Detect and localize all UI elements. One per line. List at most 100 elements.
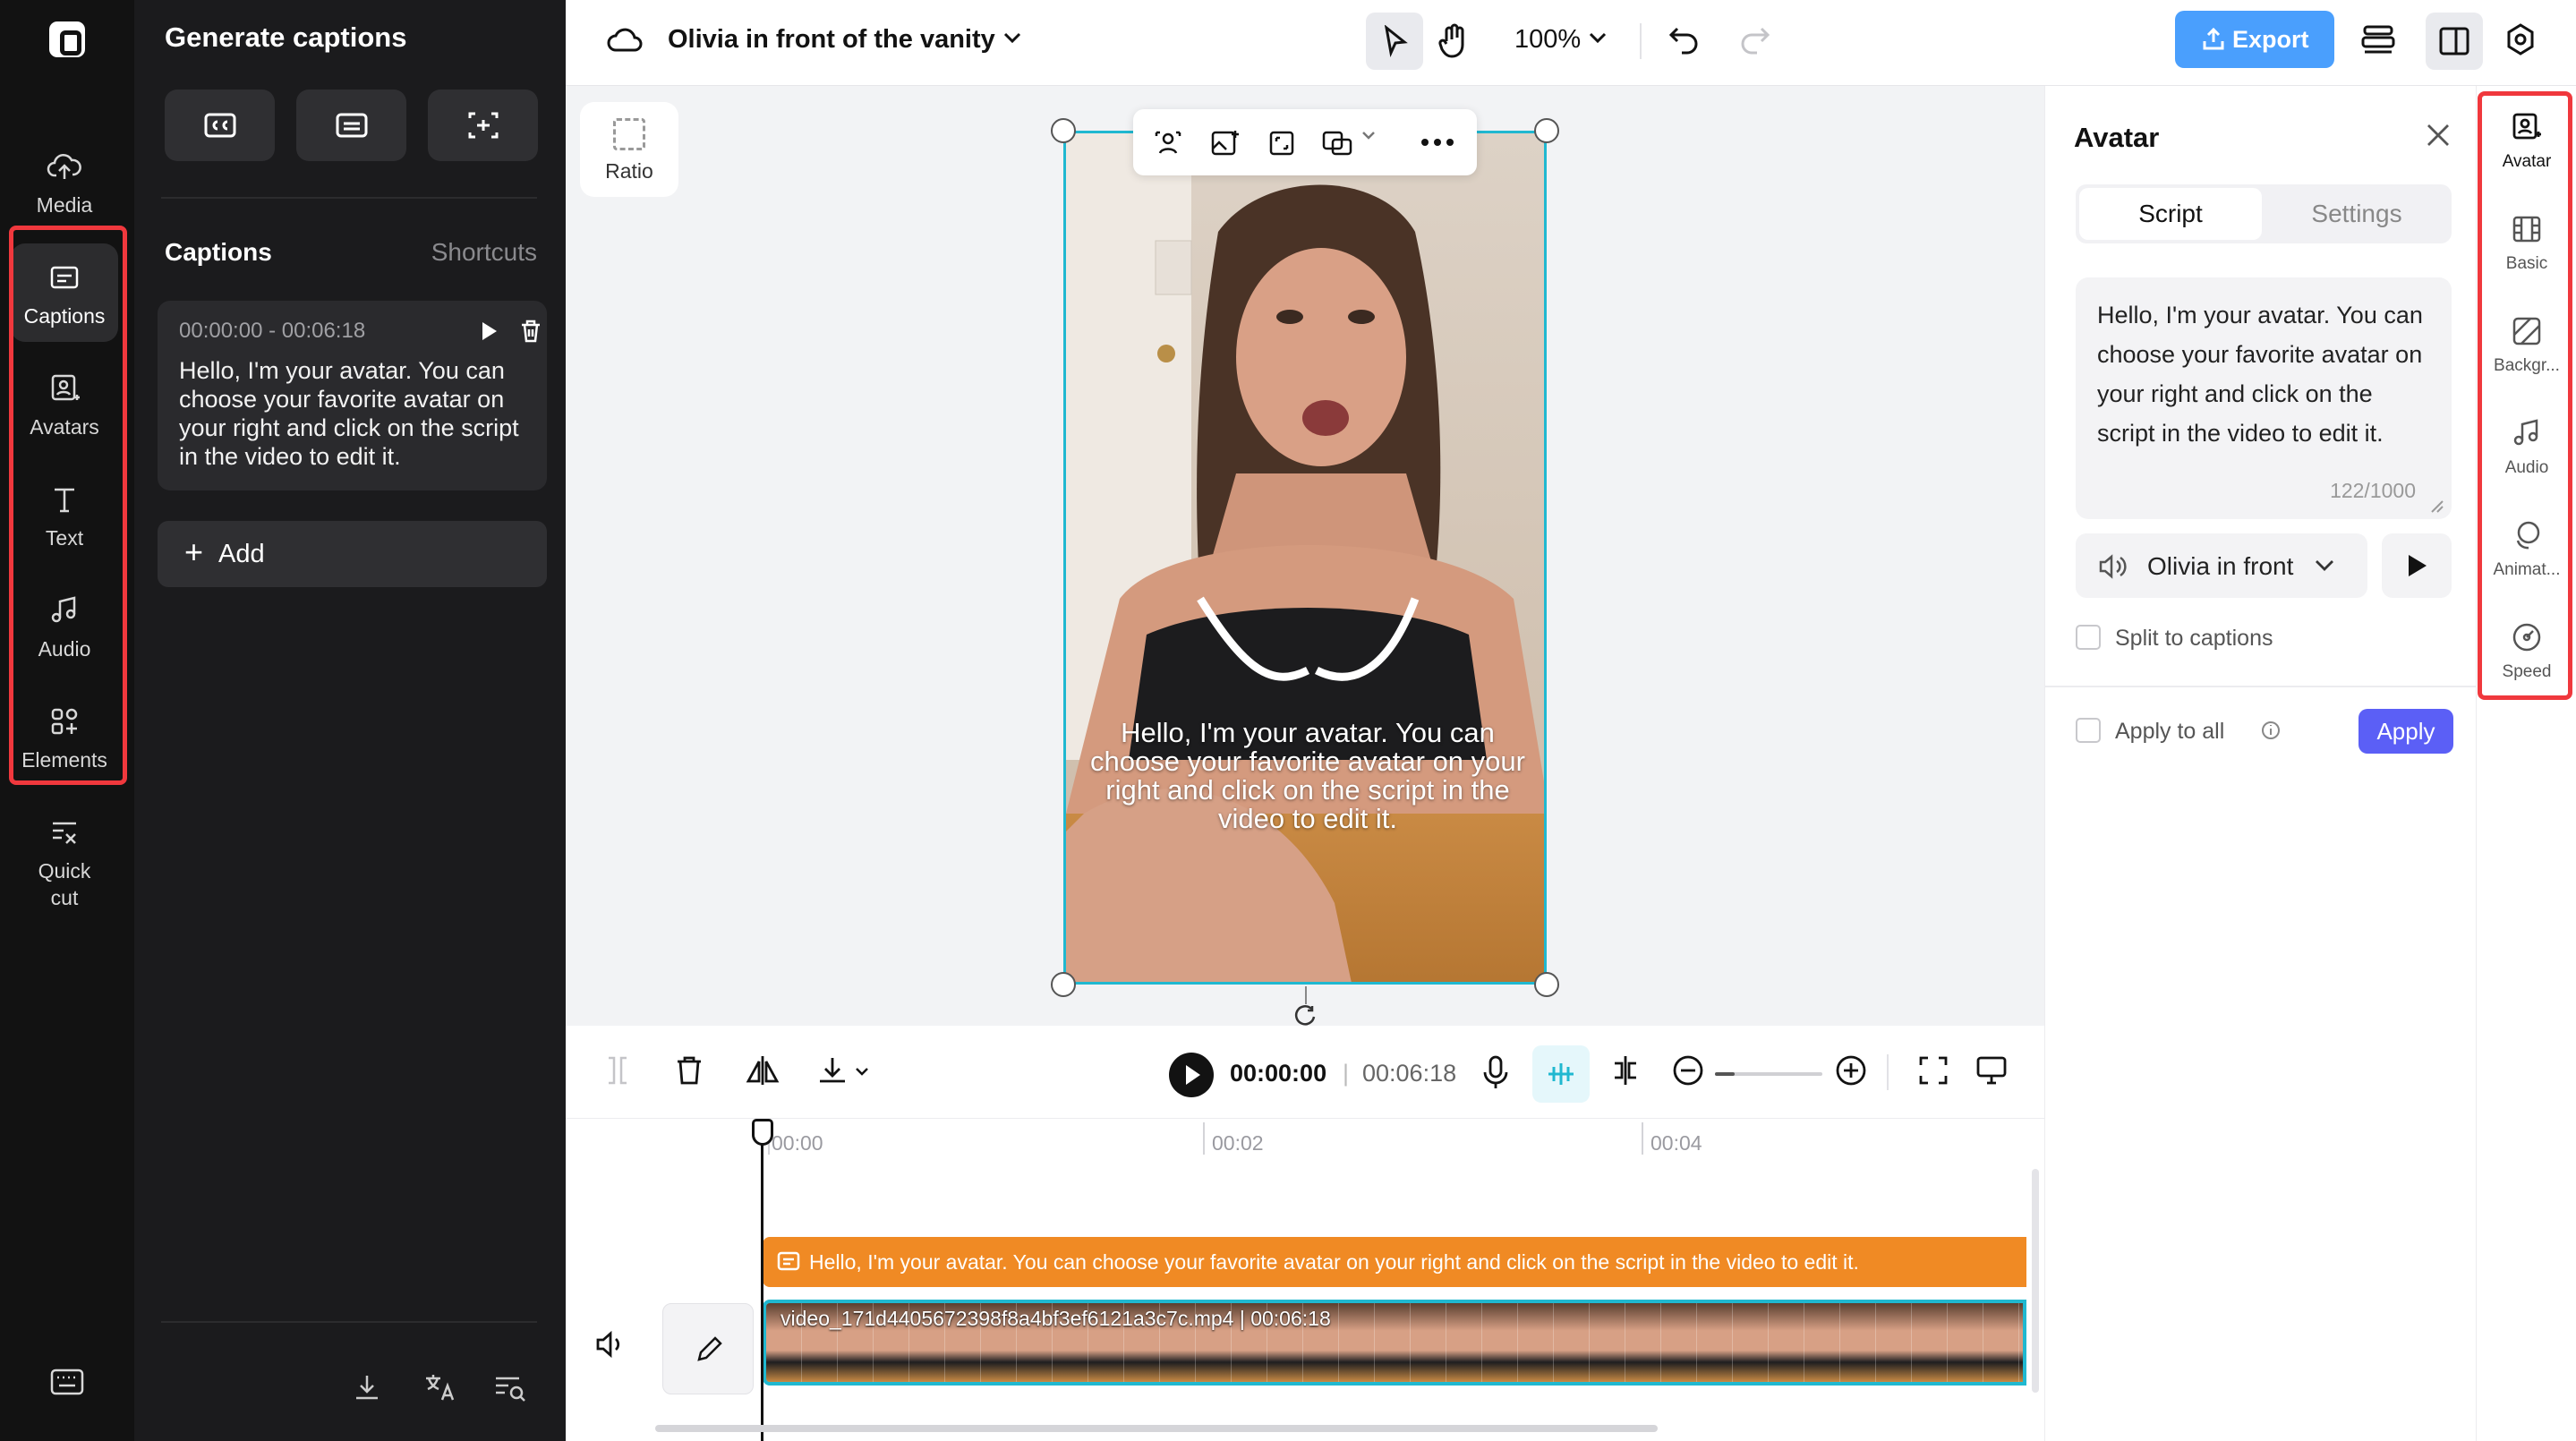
keyboard-icon[interactable] [49,1368,85,1396]
playhead[interactable] [761,1124,763,1441]
chevron-down-icon[interactable] [1002,30,1022,45]
zoom-chevron-icon[interactable] [1588,30,1608,45]
edit-track-button[interactable] [662,1303,754,1394]
play-button[interactable] [1169,1053,1214,1097]
preview-monitor-icon[interactable] [1975,1054,2009,1087]
auto-snap-button[interactable] [1532,1045,1590,1103]
microphone-icon[interactable] [1482,1054,1509,1090]
video-caption-overlay[interactable]: Hello, I'm your avatar. You can choose y… [1084,719,1531,833]
rail-label-avatars: Avatars [30,415,99,439]
rail-label-text: Text [45,526,84,550]
zoom-out-icon[interactable] [1672,1054,1704,1087]
horizontal-scrollbar[interactable] [655,1425,1658,1432]
resize-handle-bottom-right[interactable] [1534,972,1559,997]
rotate-icon[interactable] [1292,1004,1319,1026]
ratio-button[interactable]: Ratio [580,102,678,197]
close-icon[interactable] [2425,122,2452,149]
resize-handle-top-left[interactable] [1051,118,1076,143]
fullscreen-icon[interactable] [1917,1054,1949,1087]
select-tool-button[interactable] [1366,13,1423,70]
playhead-handle[interactable] [752,1119,773,1146]
script-textarea[interactable]: Hello, I'm your avatar. You can choose y… [2076,277,2452,519]
download-icon[interactable] [351,1371,383,1403]
split-captions-checkbox[interactable] [2076,625,2101,650]
prop-tab-speed[interactable]: Speed [2486,609,2568,707]
cc-button[interactable] [165,90,275,161]
prop-tab-animation[interactable]: Animat... [2486,507,2568,605]
zoom-in-icon[interactable] [1835,1054,1867,1087]
more-options-icon[interactable] [1420,138,1455,147]
resize-grip-icon[interactable] [2430,499,2444,514]
resize-handle-bottom-left[interactable] [1051,972,1076,997]
add-caption-button[interactable]: + Add [158,521,547,587]
caption-delete-icon[interactable] [519,319,542,344]
avatar-swap-icon[interactable] [1153,129,1183,158]
settings-gear-icon[interactable] [2503,21,2538,57]
prop-label-background: Backgr... [2494,356,2560,375]
left-rail: Media Captions Avatars Text Audio Elemen… [0,0,134,1441]
rail-item-audio[interactable]: Audio [11,576,118,675]
chevron-down-icon[interactable] [854,1065,870,1078]
export-label: Export [2232,26,2309,53]
layout-toggle-button[interactable] [2426,13,2483,70]
project-title[interactable]: Olivia in front of the vanity [668,25,995,55]
rail-item-text[interactable]: Text [11,465,118,564]
voice-select[interactable]: Olivia in front [2076,533,2367,598]
rail-item-media[interactable]: Media [11,132,118,231]
ratio-icon [613,118,645,150]
ruler-tick [1203,1122,1205,1155]
app-logo[interactable] [49,21,85,57]
video-track-clip[interactable]: video_171d4405672398f8a4bf3ef6121a3c7c.m… [763,1300,2026,1386]
prop-tab-basic[interactable]: Basic [2486,200,2568,299]
captions-panel-title: Generate captions [165,21,407,53]
rail-item-elements[interactable]: Elements [11,687,118,786]
caption-card[interactable]: 00:00:00 - 00:06:18 Hello, I'm your avat… [158,301,547,490]
apply-all-checkbox[interactable] [2076,718,2101,743]
shortcuts-link[interactable]: Shortcuts [431,238,537,267]
search-list-icon[interactable] [492,1371,528,1403]
rail-item-captions[interactable]: Captions [11,243,118,342]
volume-icon[interactable] [594,1330,627,1359]
delete-icon[interactable] [675,1054,704,1087]
prop-tab-audio[interactable]: Audio [2486,405,2568,503]
caption-play-icon[interactable] [480,320,499,342]
undo-icon[interactable] [1667,21,1702,57]
video-thumbnail [1554,1303,1590,1382]
crop-frame-icon[interactable] [1267,129,1296,158]
split-disabled-icon [609,1056,627,1085]
replace-media-icon[interactable] [1321,129,1353,158]
voice-preview-play-button[interactable] [2382,533,2452,598]
script-text: Hello, I'm your avatar. You can choose y… [2097,302,2423,447]
auto-caption-button[interactable] [428,90,538,161]
caption-text[interactable]: Hello, I'm your avatar. You can choose y… [179,356,533,471]
prop-label-audio: Audio [2504,458,2549,477]
vertical-scrollbar[interactable] [2032,1169,2039,1393]
subtitle-button[interactable] [296,90,406,161]
magnet-icon [1548,1063,1574,1085]
cloud-icon[interactable] [605,23,644,55]
translate-icon[interactable] [422,1371,458,1403]
split-icon[interactable] [1609,1054,1642,1087]
tab-settings[interactable]: Settings [2265,188,2448,240]
video-preview[interactable]: Hello, I'm your avatar. You can choose y… [1063,131,1547,985]
resize-handle-top-right[interactable] [1534,118,1559,143]
flip-icon[interactable] [745,1054,780,1087]
image-add-icon[interactable] [1210,129,1241,158]
prop-tab-background[interactable]: Backgr... [2486,303,2568,401]
tab-script[interactable]: Script [2079,188,2262,240]
layers-icon[interactable] [2359,21,2397,59]
avatar-tabs: Script Settings [2076,184,2452,243]
info-icon[interactable] [2260,720,2282,741]
caption-track-clip[interactable]: Hello, I'm your avatar. You can choose y… [763,1237,2026,1287]
ruler-tick [1642,1122,1643,1155]
download-icon[interactable] [816,1054,849,1087]
zoom-level[interactable]: 100% [1514,25,1581,55]
hand-tool-button[interactable] [1425,13,1482,70]
rail-item-quick-cut[interactable]: Quick cut [11,798,118,915]
redo-icon[interactable] [1736,21,1772,57]
export-button[interactable]: Export [2175,11,2334,68]
rail-item-avatars[interactable]: Avatars [11,354,118,453]
chevron-down-icon[interactable] [1361,129,1377,141]
apply-button[interactable]: Apply [2358,709,2453,754]
prop-tab-avatar[interactable]: Avatar [2486,98,2568,197]
